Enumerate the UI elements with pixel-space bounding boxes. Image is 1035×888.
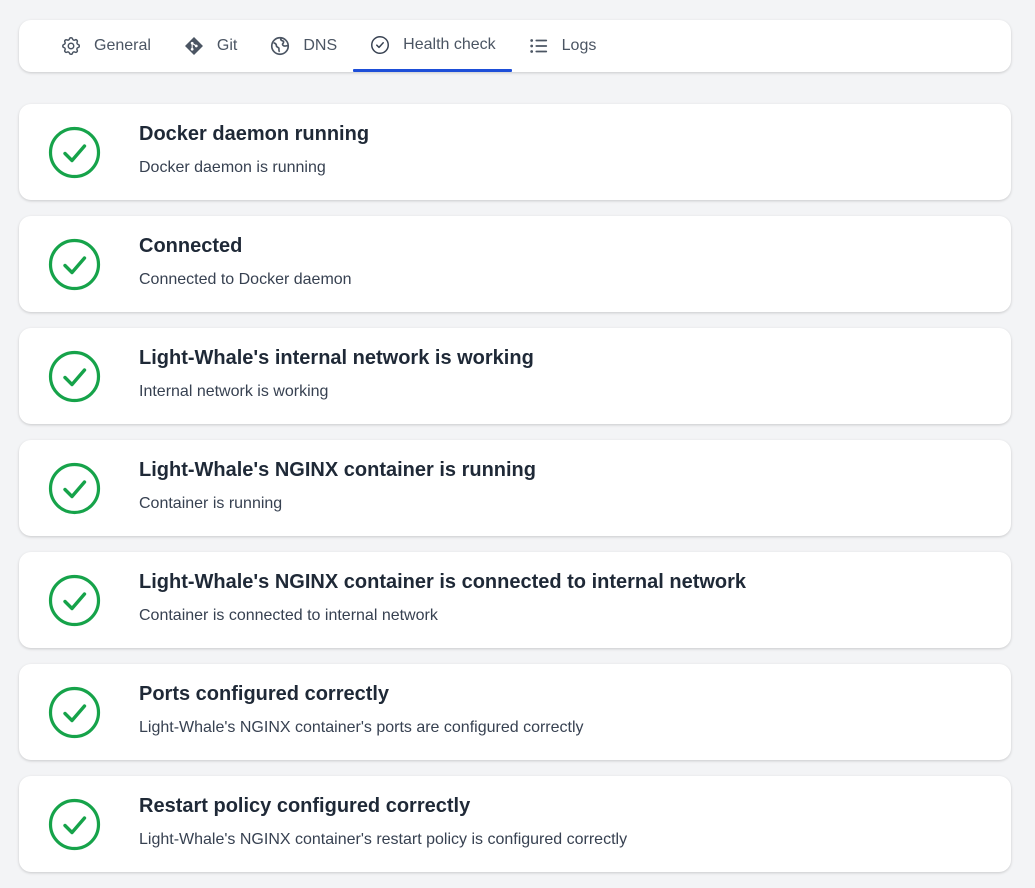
check-title: Docker daemon running: [139, 123, 370, 145]
success-check-icon: [48, 798, 101, 851]
tab-label: General: [94, 37, 151, 54]
check-title: Ports configured correctly: [139, 683, 390, 705]
success-check-icon: [48, 238, 101, 291]
tab-label: Health check: [403, 35, 496, 53]
globe-icon: [269, 35, 291, 57]
tab-git[interactable]: Git: [167, 20, 253, 72]
tab-health-check[interactable]: Health check: [353, 20, 512, 72]
check-title: Light-Whale's NGINX container is running: [139, 459, 536, 481]
health-check-list: Docker daemon running Docker daemon is r…: [19, 104, 1011, 888]
check-circle-icon: [369, 34, 391, 56]
check-description: Light-Whale's NGINX container's restart …: [139, 831, 628, 848]
git-icon: [183, 35, 205, 57]
success-check-icon: [48, 350, 101, 403]
check-description: Light-Whale's NGINX container's ports ar…: [139, 719, 584, 736]
health-check-card: Light-Whale's NGINX container is connect…: [19, 552, 1011, 648]
health-check-card: Connected Connected to Docker daemon: [19, 216, 1011, 312]
health-check-card: Light-Whale's NGINX container is running…: [19, 440, 1011, 536]
tab-bar: General Git DNS Health check Logs: [19, 20, 1011, 72]
success-check-icon: [48, 126, 101, 179]
check-title: Light-Whale's NGINX container is connect…: [139, 571, 747, 593]
check-title: Connected: [139, 235, 243, 257]
check-description: Container is running: [139, 495, 283, 512]
tab-logs[interactable]: Logs: [512, 20, 613, 72]
success-check-icon: [48, 462, 101, 515]
check-description: Docker daemon is running: [139, 159, 326, 176]
tab-label: DNS: [303, 37, 338, 54]
health-check-card: Light-Whale's internal network is workin…: [19, 328, 1011, 424]
tab-label: Git: [216, 37, 238, 54]
check-description: Internal network is working: [139, 383, 329, 400]
gear-icon: [60, 35, 82, 57]
check-description: Connected to Docker daemon: [139, 271, 352, 288]
tab-label: Logs: [561, 37, 597, 54]
check-title: Light-Whale's internal network is workin…: [139, 347, 534, 369]
list-icon: [528, 35, 550, 57]
health-check-card: Ports configured correctly Light-Whale's…: [19, 664, 1011, 760]
check-title: Restart policy configured correctly: [139, 795, 471, 817]
check-description: Container is connected to internal netwo…: [139, 607, 438, 624]
tab-general[interactable]: General: [44, 20, 167, 72]
tab-dns[interactable]: DNS: [253, 20, 353, 72]
success-check-icon: [48, 686, 101, 739]
health-check-card: Restart policy configured correctly Ligh…: [19, 776, 1011, 872]
success-check-icon: [48, 574, 101, 627]
health-check-card: Docker daemon running Docker daemon is r…: [19, 104, 1011, 200]
